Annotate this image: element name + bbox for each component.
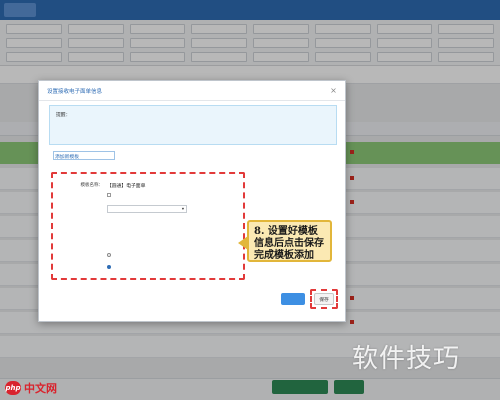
- submit-button[interactable]: [281, 293, 305, 305]
- site-watermark: php 中文网: [5, 380, 57, 396]
- dialog-title-text: 设置接收电子面单信息: [47, 88, 103, 95]
- template-form-highlight: 模板名称： 【圆通】电子面单 ▾: [51, 172, 245, 280]
- tutorial-callout: 8. 设置好模板信息后点击保存完成模板添加: [247, 220, 332, 262]
- save-button[interactable]: 保存: [314, 293, 334, 305]
- default-checkbox[interactable]: [107, 193, 111, 197]
- chevron-down-icon: ▾: [181, 206, 184, 212]
- form-row-checkbox: [65, 190, 239, 200]
- form-row-radio-1: [65, 250, 239, 260]
- radio-option-2[interactable]: [107, 265, 111, 269]
- form-row-radio-2: [65, 262, 239, 272]
- template-name-label: 模板名称：: [80, 183, 104, 188]
- notice-box: 提醒：: [49, 105, 337, 145]
- electronic-waybill-dialog: 设置接收电子面单信息 × 提醒： 添加新模板 模板名称： 【圆通】电子面单 ▾: [38, 80, 346, 322]
- form-row-template-name: 模板名称： 【圆通】电子面单: [65, 180, 239, 190]
- site-name: 中文网: [24, 382, 57, 395]
- add-template-link[interactable]: 添加新模板: [55, 153, 79, 160]
- template-select[interactable]: ▾: [107, 205, 187, 213]
- php-logo-icon: php: [5, 381, 21, 395]
- form-row-hint: [65, 220, 239, 230]
- template-name-value: 【圆通】电子面单: [107, 183, 146, 189]
- radio-option-1[interactable]: [107, 253, 111, 257]
- dialog-title: 设置接收电子面单信息 ×: [39, 81, 345, 101]
- form-row-options: [65, 236, 239, 246]
- notice-label: 提醒：: [56, 113, 71, 118]
- close-icon[interactable]: ×: [329, 86, 338, 95]
- watermark-text: 软件技巧: [352, 344, 461, 374]
- form-row-select: ▾: [65, 204, 239, 214]
